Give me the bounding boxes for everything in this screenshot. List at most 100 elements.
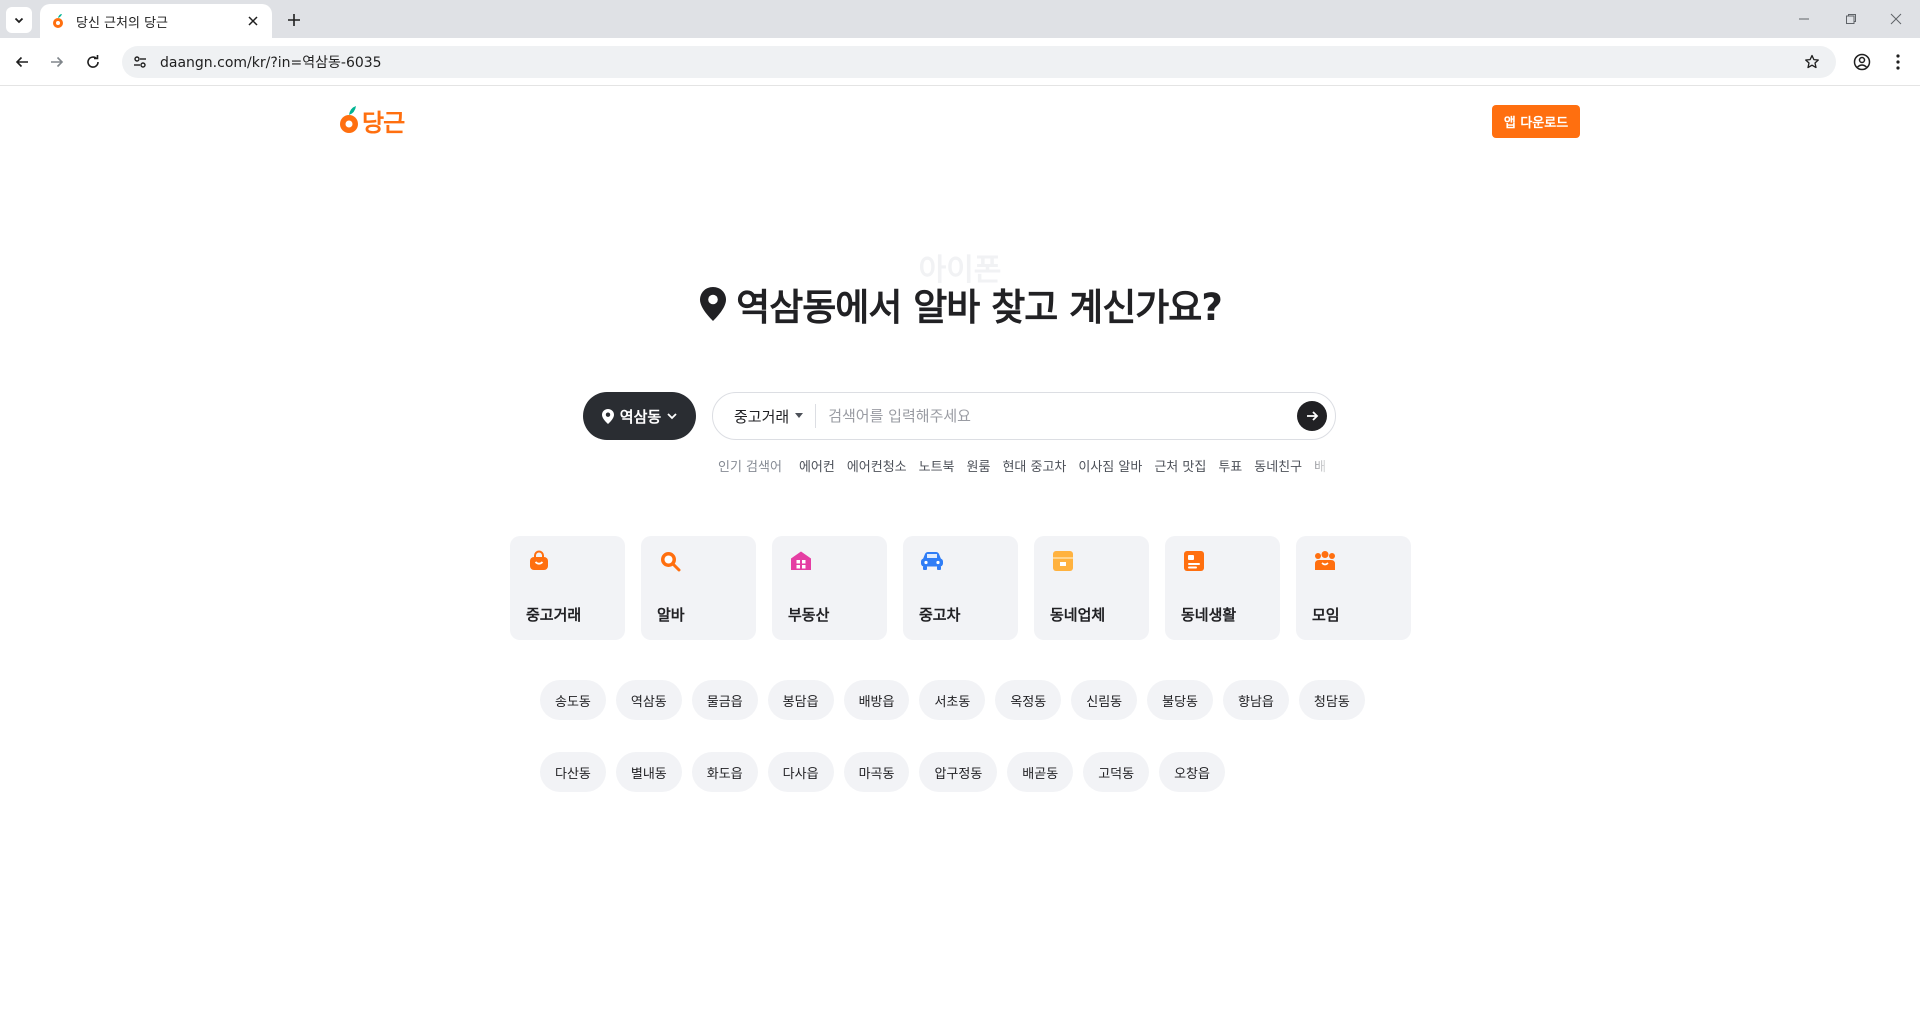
bookmark-star-icon[interactable] — [1798, 48, 1826, 76]
browser-tab-active[interactable]: 당신 근처의 당근 — [40, 4, 272, 38]
category-label: 모임 — [1312, 606, 1340, 624]
restore-window-button[interactable] — [1836, 8, 1866, 30]
caret-down-icon — [795, 413, 804, 419]
popular-keyword[interactable]: 에어컨 — [799, 456, 835, 475]
carrot-logo-icon — [340, 106, 358, 133]
region-chip[interactable]: 신림동 — [1071, 680, 1138, 720]
tab-title: 당신 근처의 당근 — [76, 15, 168, 31]
popular-keyword[interactable]: 노트북 — [919, 456, 955, 475]
group-icon — [1312, 548, 1338, 574]
category-card-used-cars[interactable]: 중고차 — [903, 536, 1018, 640]
location-label: 역삼동 — [619, 407, 662, 426]
reload-button[interactable] — [79, 48, 107, 76]
popular-keywords-fade — [1302, 455, 1332, 475]
carrot-favicon-icon — [50, 13, 66, 29]
region-chip[interactable]: 마곡동 — [843, 752, 910, 792]
category-label: 동네업체 — [1050, 606, 1106, 624]
location-select-button[interactable]: 역삼동 — [583, 392, 696, 440]
daangn-logo[interactable]: 당근 — [339, 103, 405, 137]
house-icon — [788, 548, 814, 574]
search-bar: 중고거래 — [712, 392, 1336, 440]
region-chips: 송도동 역삼동 물금읍 봉담읍 배방읍 서초동 옥정동 신림동 불당동 향남읍 … — [540, 680, 1380, 792]
minimize-icon — [1799, 18, 1809, 20]
arrow-left-icon — [15, 56, 28, 68]
category-card-real-estate[interactable]: 부동산 — [772, 536, 887, 640]
popular-keyword[interactable]: 현대 중고차 — [1002, 456, 1066, 475]
category-label: 부동산 — [788, 606, 830, 624]
region-chip[interactable]: 청담동 — [1298, 680, 1365, 720]
region-chip[interactable]: 배방읍 — [843, 680, 910, 720]
plus-icon — [288, 14, 300, 26]
region-chip[interactable]: 송도동 — [540, 680, 606, 720]
browser-tabstrip: 당신 근처의 당근 — [0, 0, 1920, 38]
browser-menu-button[interactable] — [1884, 48, 1912, 76]
region-chip[interactable]: 다사읍 — [767, 752, 834, 792]
region-chip[interactable]: 화도읍 — [691, 752, 758, 792]
category-label: 동네생활 — [1181, 606, 1237, 624]
region-chip[interactable]: 옥정동 — [995, 680, 1062, 720]
region-chip[interactable]: 오창읍 — [1159, 752, 1225, 792]
app-download-button[interactable]: 앱 다운로드 — [1492, 105, 1580, 138]
popular-keyword[interactable]: 이사짐 알바 — [1078, 456, 1142, 475]
category-card-groups[interactable]: 모임 — [1296, 536, 1411, 640]
arrow-right-icon — [1307, 411, 1319, 421]
magnifier-icon — [657, 548, 683, 574]
browser-toolbar: daangn.com/kr/?in=역삼동-6035 — [0, 38, 1920, 86]
hero-heading: 역삼동에서 알바 찾고 계신가요? — [0, 277, 1920, 331]
popular-keyword[interactable]: 에어컨청소 — [847, 456, 907, 475]
category-grid: 중고거래 알바 부동산 중고차 동네업체 동네생활 모임 — [510, 536, 1411, 640]
account-circle-icon — [1853, 53, 1871, 71]
category-label: 알바 — [657, 606, 685, 624]
popular-keywords-label: 인기 검색어 — [718, 459, 782, 475]
region-chip[interactable]: 물금읍 — [691, 680, 758, 720]
category-label: 중고거래 — [526, 606, 582, 624]
category-card-used-goods[interactable]: 중고거래 — [510, 536, 625, 640]
more-vertical-icon — [1896, 54, 1900, 70]
minimize-window-button[interactable] — [1789, 8, 1819, 30]
close-icon — [1890, 13, 1902, 25]
url-text[interactable]: daangn.com/kr/?in=역삼동-6035 — [160, 52, 1798, 72]
site-info-icon[interactable] — [126, 48, 154, 76]
region-chip[interactable]: 역삼동 — [615, 680, 682, 720]
category-label: 중고차 — [919, 606, 961, 624]
search-input[interactable] — [816, 396, 1297, 436]
new-tab-button[interactable] — [282, 8, 306, 32]
arrow-right-icon — [51, 56, 64, 68]
region-chip[interactable]: 서초동 — [919, 680, 986, 720]
back-button[interactable] — [8, 48, 36, 76]
category-card-local-business[interactable]: 동네업체 — [1034, 536, 1149, 640]
category-card-community[interactable]: 동네생활 — [1165, 536, 1280, 640]
reload-icon — [87, 55, 99, 68]
category-card-jobs[interactable]: 알바 — [641, 536, 756, 640]
popular-keyword[interactable]: 투표 — [1218, 456, 1242, 475]
forward-button[interactable] — [43, 48, 71, 76]
tab-search-button[interactable] — [6, 7, 32, 33]
profile-button[interactable] — [1848, 48, 1876, 76]
popular-keyword[interactable]: 근처 맛집 — [1154, 456, 1206, 475]
address-bar[interactable]: daangn.com/kr/?in=역삼동-6035 — [122, 46, 1836, 78]
location-pin-icon — [601, 408, 615, 425]
popular-keyword[interactable]: 원룸 — [967, 456, 991, 475]
region-chip[interactable]: 배곧동 — [1007, 752, 1074, 792]
region-chip[interactable]: 압구정동 — [919, 752, 998, 792]
logo-text: 당근 — [362, 109, 405, 137]
search-category-dropdown[interactable]: 중고거래 — [713, 404, 817, 428]
chevron-down-icon — [14, 17, 24, 24]
search-category-label: 중고거래 — [734, 407, 790, 426]
search-submit-button[interactable] — [1297, 401, 1327, 431]
store-icon — [1050, 548, 1076, 574]
shopping-bag-icon — [526, 548, 552, 574]
popular-keywords: 인기 검색어 에어컨 에어컨청소 노트북 원룸 현대 중고차 이사짐 알바 근처… — [718, 455, 1332, 475]
region-chip[interactable]: 고덕동 — [1083, 752, 1150, 792]
region-chip[interactable]: 봉담읍 — [767, 680, 834, 720]
chevron-down-icon — [666, 410, 678, 422]
restore-icon — [1846, 14, 1856, 24]
close-window-button[interactable] — [1881, 8, 1911, 30]
region-chip[interactable]: 별내동 — [615, 752, 682, 792]
hero-title: 역삼동에서 알바 찾고 계신가요? — [736, 286, 1223, 329]
region-chip[interactable]: 다산동 — [540, 752, 606, 792]
close-tab-icon[interactable] — [244, 12, 262, 30]
region-chip[interactable]: 향남읍 — [1223, 680, 1289, 720]
popular-keyword[interactable]: 동네친구 — [1254, 456, 1302, 475]
region-chip[interactable]: 불당동 — [1147, 680, 1214, 720]
